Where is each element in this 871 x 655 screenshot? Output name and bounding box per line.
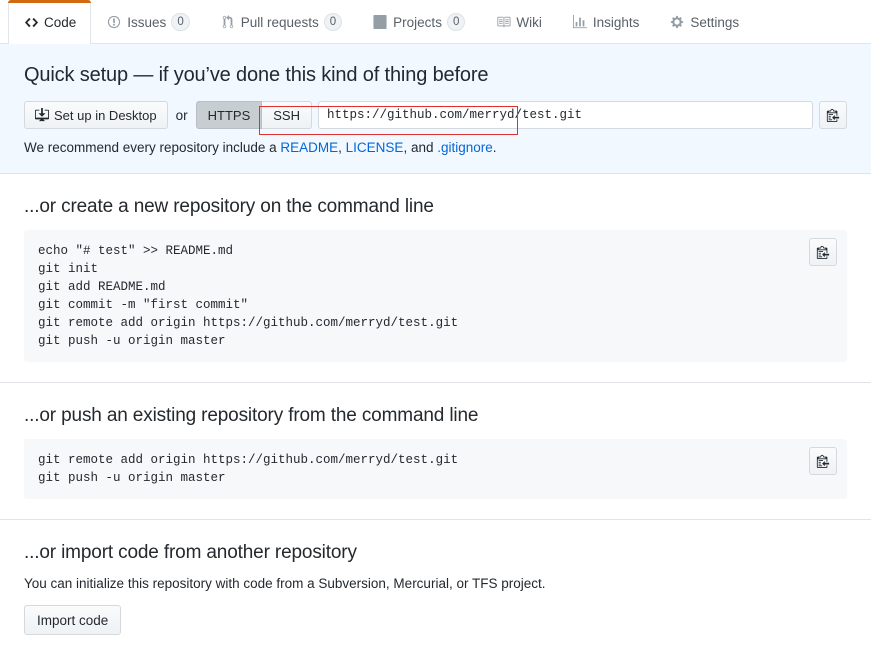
tab-label: Settings	[690, 14, 740, 30]
copy-push-commands-button[interactable]	[809, 447, 837, 475]
protocol-selector: HTTPS SSH	[195, 101, 312, 129]
git-pull-request-icon	[220, 14, 236, 30]
tab-settings[interactable]: Settings	[654, 0, 754, 43]
pull-requests-counter: 0	[323, 13, 343, 31]
tab-issues[interactable]: Issues 0	[91, 0, 204, 43]
copy-clone-url-button[interactable]	[819, 101, 847, 129]
or-label: or	[175, 107, 188, 123]
tab-wiki[interactable]: Wiki	[480, 0, 557, 43]
create-repository-code-block: echo "# test" >> README.md git init git …	[24, 230, 847, 362]
tab-label: Pull requests	[240, 14, 319, 30]
clipboard-icon	[816, 454, 830, 468]
projects-counter: 0	[446, 13, 466, 31]
create-repository-commands: echo "# test" >> README.md git init git …	[38, 244, 459, 348]
project-icon	[372, 14, 388, 30]
push-existing-commands: git remote add origin https://github.com…	[38, 453, 459, 485]
recommend-prefix: We recommend every repository include a	[24, 140, 281, 155]
gitignore-link[interactable]: .gitignore	[437, 140, 493, 155]
push-existing-section: ...or push an existing repository from t…	[0, 383, 871, 520]
import-code-heading: ...or import code from another repositor…	[24, 542, 357, 563]
recommend-suffix: .	[492, 140, 497, 155]
tab-label: Wiki	[516, 14, 542, 30]
gear-icon	[669, 14, 685, 30]
import-code-button[interactable]: Import code	[24, 605, 122, 635]
repository-tab-bar: Code Issues 0 Pull requests 0 Projects 0	[0, 0, 871, 44]
quick-setup-section: Quick setup — if you’ve done this kind o…	[0, 44, 871, 174]
push-existing-heading: ...or push an existing repository from t…	[24, 405, 479, 426]
tab-pull-requests[interactable]: Pull requests 0	[205, 0, 357, 43]
protocol-https-button[interactable]: HTTPS	[195, 101, 263, 129]
set-up-in-desktop-label: Set up in Desktop	[54, 107, 157, 123]
recommend-sep: ,	[338, 140, 346, 155]
clipboard-icon	[826, 108, 840, 122]
desktop-download-icon	[35, 108, 49, 122]
recommend-and: , and	[403, 140, 438, 155]
code-icon	[23, 15, 39, 31]
tab-label: Issues	[127, 14, 167, 30]
clone-url-group	[318, 101, 847, 129]
readme-link[interactable]: README	[280, 140, 338, 155]
issue-opened-icon	[106, 14, 122, 30]
create-repository-section: ...or create a new repository on the com…	[0, 174, 871, 383]
set-up-in-desktop-button[interactable]: Set up in Desktop	[24, 101, 168, 129]
clone-controls-row: Set up in Desktop or HTTPS SSH	[24, 100, 847, 130]
tab-insights[interactable]: Insights	[557, 0, 655, 43]
graph-icon	[572, 14, 588, 30]
protocol-ssh-button[interactable]: SSH	[262, 101, 312, 129]
tab-label: Insights	[592, 14, 640, 30]
clipboard-icon	[816, 245, 830, 259]
tab-list: Code Issues 0 Pull requests 0 Projects 0	[8, 0, 871, 44]
tab-label: Code	[44, 15, 77, 30]
tab-projects[interactable]: Projects 0	[357, 0, 480, 43]
recommend-text: We recommend every repository include a …	[24, 140, 847, 155]
tab-label: Projects	[393, 14, 442, 30]
license-link[interactable]: LICENSE	[346, 140, 404, 155]
tab-code[interactable]: Code	[8, 0, 92, 44]
import-code-section: ...or import code from another repositor…	[0, 520, 871, 655]
book-icon	[495, 14, 511, 30]
issues-counter: 0	[171, 13, 190, 31]
copy-create-commands-button[interactable]	[809, 238, 837, 266]
create-repository-heading: ...or create a new repository on the com…	[24, 196, 434, 217]
import-code-description: You can initialize this repository with …	[24, 576, 546, 591]
quick-setup-heading: Quick setup — if you’ve done this kind o…	[24, 64, 489, 86]
push-existing-code-block: git remote add origin https://github.com…	[24, 439, 847, 499]
clone-url-input[interactable]	[318, 101, 813, 129]
